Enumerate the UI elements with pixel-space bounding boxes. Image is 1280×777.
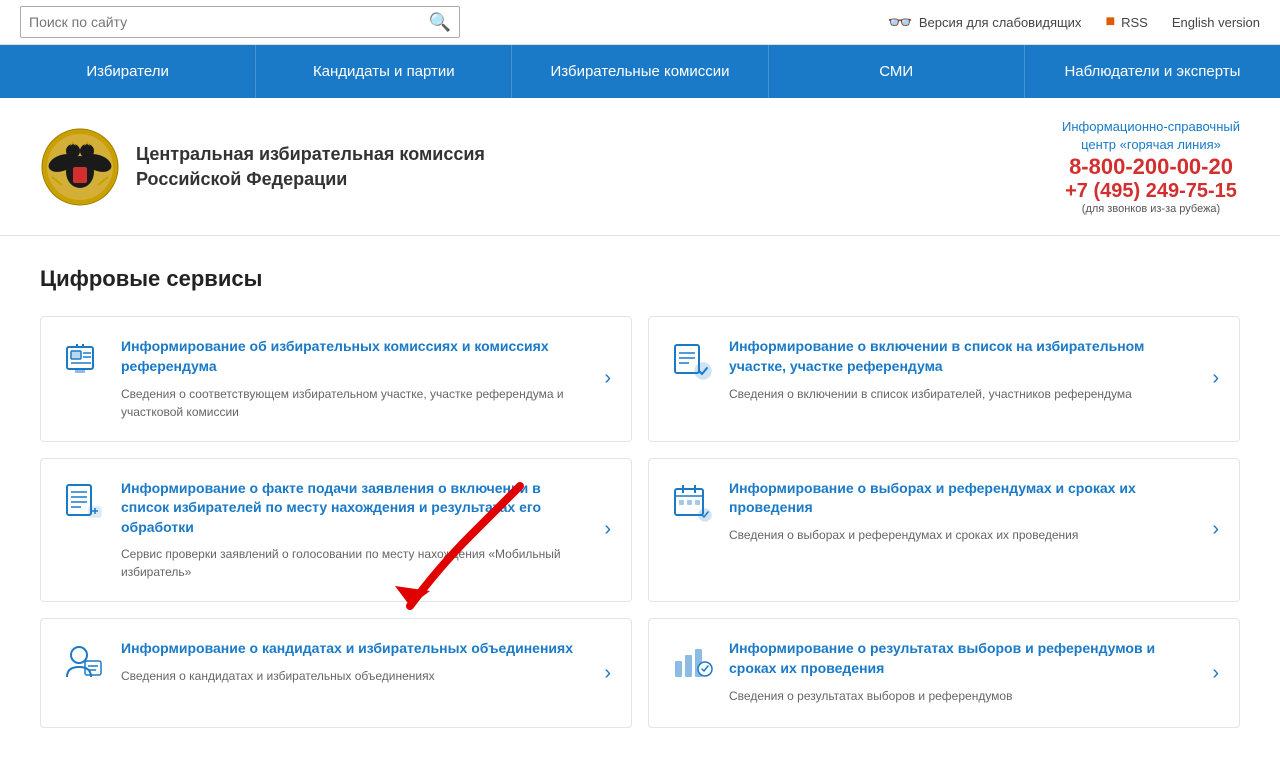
card-icon-application bbox=[61, 479, 107, 525]
search-input[interactable] bbox=[21, 10, 421, 34]
card-desc-results: Сведения о результатах выборов и референ… bbox=[729, 687, 1198, 705]
org-line2: Российской Федерации bbox=[136, 169, 347, 189]
card-icon-commissions bbox=[61, 337, 107, 383]
card-commissions[interactable]: Информирование об избирательных комиссия… bbox=[40, 316, 632, 441]
logo-area: Центральная избирательная комиссия Росси… bbox=[40, 127, 485, 207]
card-icon-results bbox=[669, 639, 715, 685]
card-arrow-commissions: › bbox=[604, 367, 611, 390]
header-section: Центральная избирательная комиссия Росси… bbox=[0, 98, 1280, 236]
card-title-list: Информирование о включении в список на и… bbox=[729, 337, 1198, 376]
english-button[interactable]: English version bbox=[1172, 15, 1260, 30]
card-desc-list: Сведения о включении в список избирателе… bbox=[729, 385, 1198, 403]
search-container: 🔍 bbox=[20, 6, 460, 38]
emblem-logo bbox=[40, 127, 120, 207]
cards-grid: Информирование об избирательных комиссия… bbox=[40, 316, 1240, 728]
card-icon-elections bbox=[669, 479, 715, 525]
top-bar: 🔍 👓 Версия для слабовидящих ■ RSS Englis… bbox=[0, 0, 1280, 45]
card-title-results: Информирование о результатах выборов и р… bbox=[729, 639, 1198, 678]
card-arrow-list: › bbox=[1212, 367, 1219, 390]
org-line1: Центральная избирательная комиссия bbox=[136, 144, 485, 164]
search-button[interactable]: 🔍 bbox=[421, 12, 459, 33]
card-application[interactable]: Информирование о факте подачи заявления … bbox=[40, 458, 632, 603]
nav-item-observers[interactable]: Наблюдатели и эксперты bbox=[1025, 45, 1280, 98]
nav-item-candidates[interactable]: Кандидаты и партии bbox=[256, 45, 512, 98]
card-body-results: Информирование о результатах выборов и р… bbox=[729, 639, 1198, 704]
org-title-block: Центральная избирательная комиссия Росси… bbox=[136, 142, 485, 192]
hotline-number1: 8-800-200-00-20 bbox=[1062, 154, 1240, 180]
card-arrow-candidates: › bbox=[604, 662, 611, 685]
rss-label: RSS bbox=[1121, 15, 1148, 30]
card-icon-list bbox=[669, 337, 715, 383]
org-title: Центральная избирательная комиссия Росси… bbox=[136, 142, 485, 192]
rss-button[interactable]: ■ RSS bbox=[1105, 13, 1147, 31]
hotline-area: Информационно-справочный центр «горячая … bbox=[1062, 118, 1240, 215]
card-arrow-application: › bbox=[604, 518, 611, 541]
vision-button[interactable]: 👓 Версия для слабовидящих bbox=[888, 10, 1082, 35]
card-body-commissions: Информирование об избирательных комиссия… bbox=[121, 337, 590, 420]
card-desc-application: Сервис проверки заявлений о голосовании … bbox=[121, 545, 590, 581]
card-title-commissions: Информирование об избирательных комиссия… bbox=[121, 337, 590, 376]
nav-item-media[interactable]: СМИ bbox=[769, 45, 1025, 98]
section-title: Цифровые сервисы bbox=[40, 266, 1240, 292]
nav-item-voters[interactable]: Избиратели bbox=[0, 45, 256, 98]
card-body-elections: Информирование о выборах и референдумах … bbox=[729, 479, 1198, 544]
card-body-list: Информирование о включении в список на и… bbox=[729, 337, 1198, 402]
card-icon-candidates bbox=[61, 639, 107, 685]
vision-label: Версия для слабовидящих bbox=[919, 15, 1082, 30]
card-list-inclusion[interactable]: Информирование о включении в список на и… bbox=[648, 316, 1240, 441]
card-desc-commissions: Сведения о соответствующем избирательном… bbox=[121, 385, 590, 421]
card-body-candidates: Информирование о кандидатах и избиратель… bbox=[121, 639, 590, 685]
card-desc-candidates: Сведения о кандидатах и избирательных об… bbox=[121, 667, 590, 685]
main-content: Цифровые сервисы Информирование об изби bbox=[0, 236, 1280, 758]
top-bar-right: 👓 Версия для слабовидящих ■ RSS English … bbox=[888, 10, 1260, 35]
card-desc-elections: Сведения о выборах и референдумах и срок… bbox=[729, 526, 1198, 544]
card-title-elections: Информирование о выборах и референдумах … bbox=[729, 479, 1198, 518]
card-elections-info[interactable]: Информирование о выборах и референдумах … bbox=[648, 458, 1240, 603]
nav-item-commissions[interactable]: Избирательные комиссии bbox=[512, 45, 768, 98]
card-candidates[interactable]: Информирование о кандидатах и избиратель… bbox=[40, 618, 632, 728]
card-arrow-elections: › bbox=[1212, 518, 1219, 541]
english-label: English version bbox=[1172, 15, 1260, 30]
card-arrow-results: › bbox=[1212, 662, 1219, 685]
glasses-icon: 👓 bbox=[888, 10, 913, 35]
nav-bar: Избиратели Кандидаты и партии Избиратель… bbox=[0, 45, 1280, 98]
card-body-application: Информирование о факте подачи заявления … bbox=[121, 479, 590, 582]
card-title-application: Информирование о факте подачи заявления … bbox=[121, 479, 590, 538]
hotline-note: (для звонков из-за рубежа) bbox=[1062, 203, 1240, 215]
hotline-label: Информационно-справочный центр «горячая … bbox=[1062, 118, 1240, 154]
rss-icon: ■ bbox=[1105, 13, 1115, 31]
card-results[interactable]: Информирование о результатах выборов и р… bbox=[648, 618, 1240, 728]
hotline-number2: +7 (495) 249-75-15 bbox=[1062, 180, 1240, 203]
card-title-candidates: Информирование о кандидатах и избиратель… bbox=[121, 639, 590, 659]
